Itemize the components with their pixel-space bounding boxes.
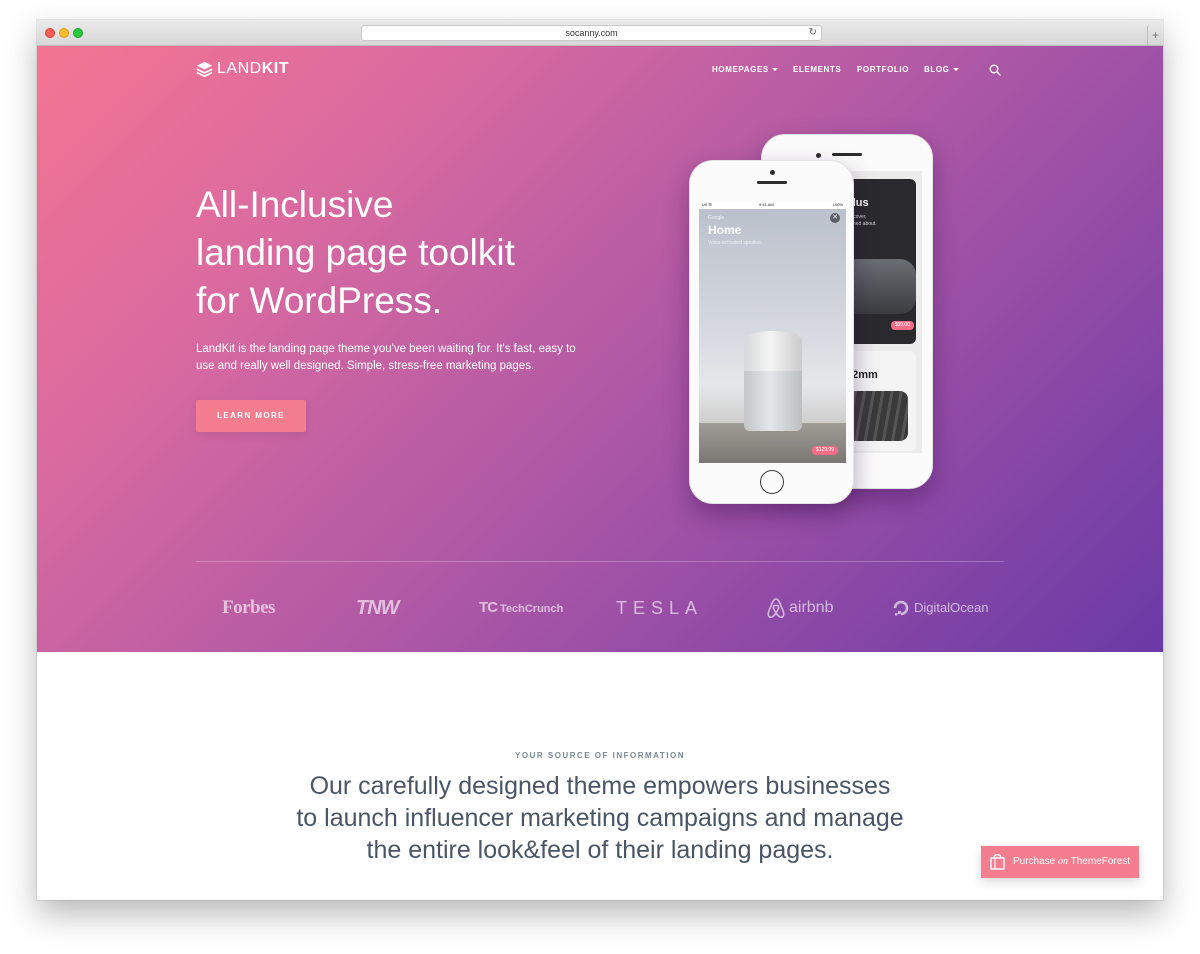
purchase-label-suffix: ThemeForest bbox=[1068, 856, 1131, 867]
card-subtitle: Voice-activated speaker. bbox=[708, 240, 763, 246]
nav-portfolio-label: PORTFOLIO bbox=[857, 65, 910, 74]
purchase-label-on: on bbox=[1058, 856, 1069, 867]
smart-speaker-image bbox=[744, 331, 802, 431]
reload-icon[interactable]: ↻ bbox=[809, 26, 817, 40]
section-statement-line3: the entire look&feel of their landing pa… bbox=[366, 836, 834, 864]
nav-homepages[interactable]: HOMEPAGES bbox=[712, 65, 778, 74]
landkit-logo[interactable]: LANDKIT bbox=[196, 60, 289, 78]
status-time: 9:41 AM bbox=[759, 202, 774, 207]
front-camera bbox=[769, 170, 775, 175]
airbnb-logo: airbnb bbox=[766, 596, 833, 620]
airbnb-wordmark: airbnb bbox=[789, 599, 834, 616]
hero-headline-line1: All-Inclusive bbox=[196, 184, 394, 225]
earpiece bbox=[756, 181, 787, 184]
phone-mockup-front: UII ☰ 9:41 AM 100% Google Home Voice-act… bbox=[689, 160, 854, 504]
battery-indicator: 100% bbox=[832, 202, 843, 207]
purchase-themeforest-button[interactable]: Purchase on ThemeForest bbox=[981, 846, 1139, 878]
techcrunch-logo: TC TechCrunch bbox=[479, 596, 563, 620]
logo-wordmark-bold: KIT bbox=[261, 60, 289, 77]
section-statement-line1: Our carefully designed theme empowers bu… bbox=[309, 772, 891, 800]
search-icon[interactable] bbox=[989, 64, 1001, 76]
hero-headline-line3: for WordPress. bbox=[196, 280, 443, 321]
nav-elements-label: ELEMENTS bbox=[793, 65, 842, 74]
techcrunch-wordmark: TechCrunch bbox=[500, 603, 564, 615]
tnw-logo: TNW bbox=[356, 597, 400, 619]
home-button bbox=[759, 470, 784, 494]
nav-portfolio[interactable]: PORTFOLIO bbox=[857, 65, 909, 74]
hero-section: LANDKIT HOMEPAGES ELEMENTS PORTFOLIO BLO… bbox=[37, 46, 1163, 652]
nav-blog[interactable]: BLOG bbox=[924, 65, 959, 74]
chevron-down-icon bbox=[771, 68, 778, 72]
phone-status-bar: UII ☰ 9:41 AM 100% bbox=[699, 201, 846, 209]
address-bar[interactable]: socanny.com ↻ bbox=[361, 25, 822, 41]
section-statement-line2: to launch influencer marketing campaigns… bbox=[296, 804, 904, 832]
hero-lead: LandKit is the landing page theme you've… bbox=[196, 343, 576, 372]
maximize-window-button[interactable] bbox=[73, 28, 83, 38]
browser-titlebar: socanny.com ↻ + bbox=[37, 20, 1163, 46]
section-statement: Our carefully designed theme empowers bu… bbox=[200, 770, 1000, 866]
earpiece bbox=[832, 153, 862, 156]
nav-blog-label: BLOG bbox=[924, 65, 950, 74]
close-window-button[interactable] bbox=[45, 28, 55, 38]
forbes-logo: Forbes bbox=[222, 597, 275, 618]
nav-homepages-label: HOMEPAGES bbox=[712, 65, 769, 74]
shopping-bag-icon bbox=[990, 854, 1005, 870]
card-title: Home bbox=[708, 223, 742, 237]
close-icon: ✕ bbox=[830, 213, 840, 223]
tesla-logo: TESLA bbox=[616, 598, 704, 618]
layers-icon bbox=[196, 61, 213, 77]
hero-divider bbox=[196, 561, 1004, 562]
hero-headline: All-Inclusive landing page toolkit for W… bbox=[196, 181, 515, 325]
airbnb-icon bbox=[767, 598, 785, 619]
digitalocean-icon bbox=[893, 600, 909, 616]
new-tab-button[interactable]: + bbox=[1147, 26, 1163, 46]
card-kicker: Google bbox=[708, 215, 725, 221]
phone-front-screen: UII ☰ 9:41 AM 100% Google Home Voice-act… bbox=[699, 201, 846, 463]
nav-elements[interactable]: ELEMENTS bbox=[793, 65, 841, 74]
chevron-down-icon bbox=[952, 68, 959, 72]
address-bar-url: socanny.com bbox=[565, 28, 618, 38]
digitalocean-wordmark: DigitalOcean bbox=[914, 600, 989, 615]
digitalocean-logo: DigitalOcean bbox=[892, 596, 988, 620]
browser-window: socanny.com ↻ + LANDKIT HOMEPAGES ELEMEN… bbox=[37, 20, 1163, 900]
front-camera bbox=[816, 153, 821, 158]
brand-logos: Forbes TNW TC TechCrunch TESLA airbnb Di… bbox=[196, 596, 1004, 620]
price-badge: $129.99 bbox=[811, 446, 838, 455]
section-kicker: YOUR SOURCE OF INFORMATION bbox=[515, 751, 685, 760]
page: socanny.com ↻ + LANDKIT HOMEPAGES ELEMEN… bbox=[0, 0, 1200, 954]
price-badge: $99.00 bbox=[890, 321, 914, 330]
logo-wordmark: LANDKIT bbox=[217, 60, 289, 78]
learn-more-button[interactable]: LEARN MORE bbox=[196, 400, 306, 432]
hero-headline-line2: landing page toolkit bbox=[196, 232, 515, 273]
signal-indicator: UII ☰ bbox=[702, 202, 712, 207]
purchase-label-prefix: Purchase bbox=[1013, 856, 1059, 867]
logo-wordmark-light: LAND bbox=[217, 60, 262, 77]
techcrunch-mark: TC bbox=[479, 599, 498, 616]
minimize-window-button[interactable] bbox=[59, 28, 69, 38]
watch-band-image bbox=[848, 391, 908, 441]
